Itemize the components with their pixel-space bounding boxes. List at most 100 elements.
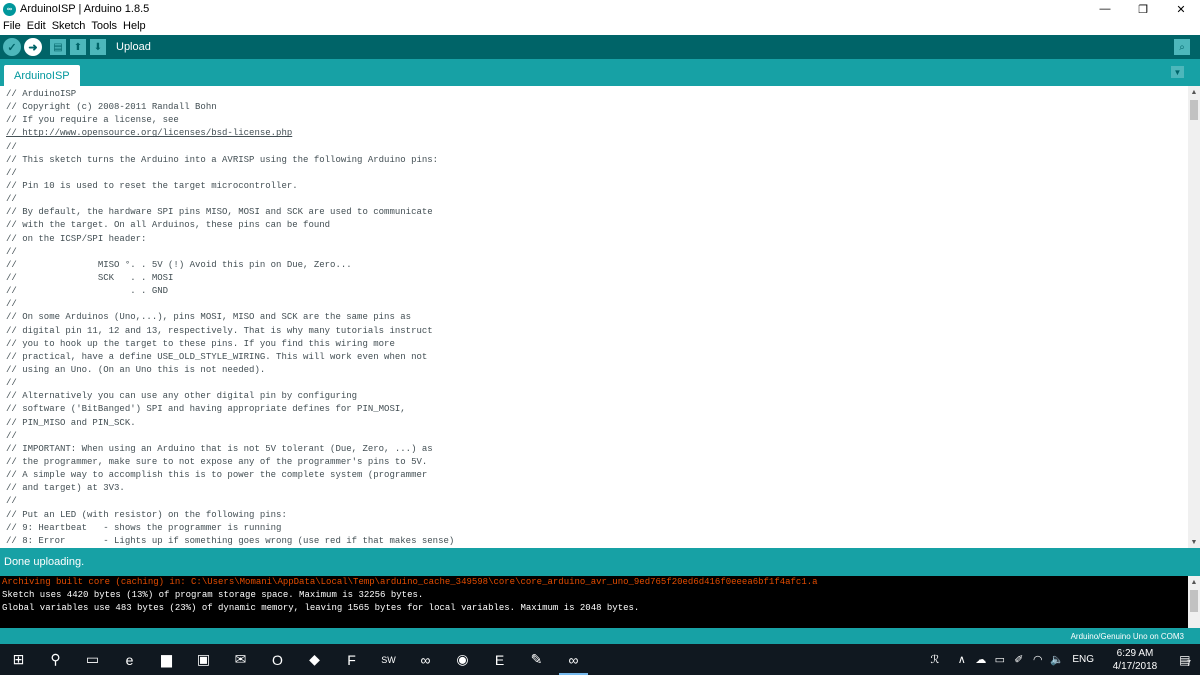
code-line: // SCK . . MOSI — [6, 272, 174, 283]
menu-help[interactable]: Help — [122, 20, 147, 32]
people-icon[interactable]: ℛ — [925, 653, 944, 666]
pen-icon[interactable]: ✐ — [1009, 653, 1028, 666]
store-icon[interactable]: ▣ — [185, 644, 222, 675]
window-title: ArduinoISP | Arduino 1.8.5 — [20, 3, 150, 15]
clock[interactable]: 6:29 AM 4/17/2018 — [1100, 647, 1170, 673]
new-sketch-button[interactable]: ▤ — [50, 39, 66, 55]
code-line: // — [6, 430, 17, 441]
fritzing-icon[interactable]: F — [333, 644, 370, 675]
maximize-button[interactable]: ❐ — [1124, 0, 1162, 18]
code-line: // — [6, 378, 17, 389]
code-line: // 9: Heartbeat - shows the programmer i… — [6, 522, 282, 533]
code-line: // the programmer, make sure to not expo… — [6, 456, 428, 467]
language-indicator[interactable]: ENG — [1072, 654, 1094, 665]
close-button[interactable]: ✕ — [1162, 0, 1200, 18]
code-line: // Alternatively you can use any other d… — [6, 391, 358, 402]
system-tray: ℛ ∧ ☁ ▭ ✐ ◠ 🔈 ENG 6:29 AM 4/17/2018 ▤ 7 — [925, 644, 1200, 675]
scroll-thumb[interactable] — [1190, 100, 1198, 120]
wifi-icon[interactable]: ◠ — [1028, 653, 1047, 666]
upload-button[interactable]: ➜ — [24, 38, 42, 56]
store-icon-glyph: ▣ — [196, 651, 211, 667]
arduino-taskbar-icon[interactable]: ∞ — [407, 644, 444, 675]
minimize-button[interactable]: — — [1086, 0, 1124, 18]
sketchup-icon[interactable]: ◆ — [296, 644, 333, 675]
open-button[interactable]: ⬆ — [70, 39, 86, 55]
solidworks-icon[interactable]: SW — [370, 644, 407, 675]
edge-icon-glyph: e — [125, 651, 134, 668]
console-line: Archiving built core (caching) in: C:\Us… — [2, 577, 818, 587]
console-line: Sketch uses 4420 bytes (13%) of program … — [2, 590, 424, 600]
code-line: // using an Uno. (On an Uno this is not … — [6, 364, 266, 375]
code-line: // with the target. On all Arduinos, the… — [6, 220, 331, 231]
scroll-up-icon[interactable]: ▲ — [1188, 576, 1200, 588]
chrome-icon[interactable]: ◉ — [444, 644, 481, 675]
opera-icon[interactable]: O — [259, 644, 296, 675]
tab-arduinoisp[interactable]: ArduinoISP — [4, 65, 80, 86]
arduino-active-icon[interactable]: ∞ — [555, 644, 592, 675]
code-line: // ArduinoISP — [6, 89, 77, 99]
status-message: Done uploading. — [4, 556, 85, 568]
task-view-glyph: ▭ — [85, 651, 100, 667]
code-line: // software ('BitBanged') SPI and having… — [6, 404, 406, 415]
menu-edit[interactable]: Edit — [26, 20, 47, 32]
mail-icon[interactable]: ✉ — [222, 644, 259, 675]
scroll-up-icon[interactable]: ▲ — [1188, 86, 1200, 98]
edge-icon[interactable]: e — [111, 644, 148, 675]
tab-menu-button[interactable]: ▼ — [1171, 66, 1184, 78]
checkmark-icon: ✓ — [7, 41, 17, 54]
notepad-icon-glyph: ✎ — [530, 651, 543, 667]
menu-file[interactable]: File — [2, 20, 22, 32]
verify-button[interactable]: ✓ — [3, 38, 21, 56]
menu-tools[interactable]: Tools — [90, 20, 118, 32]
windows-taskbar: ⊞ ⚲ ▭ e ▆ ▣ ✉ O ◆ F SW ∞ ◉ E ✎ ∞ ℛ ∧ ☁ ▭ ✐ ◠ 🔈 ENG 6:29… — [0, 644, 1200, 675]
file-explorer-icon[interactable]: ▆ — [148, 644, 185, 675]
scroll-down-icon[interactable]: ▼ — [1188, 536, 1200, 548]
cloud-icon[interactable]: ☁ — [971, 653, 990, 666]
status-bar: Done uploading. — [0, 548, 1200, 576]
code-line: // — [6, 167, 17, 178]
code-line: // Put an LED (with resistor) on the fol… — [6, 509, 287, 520]
sketchup-icon-glyph: ◆ — [309, 651, 320, 667]
arduino-taskbar-icon-glyph: ∞ — [420, 651, 431, 668]
code-line: // — [6, 246, 17, 257]
start-button[interactable]: ⊞ — [0, 644, 37, 675]
code-line: // — [6, 299, 17, 310]
code-line: // MISO °. . 5V (!) Avoid this pin on Du… — [6, 259, 352, 270]
save-button[interactable]: ⬇ — [90, 39, 106, 55]
code-editor[interactable]: // ArduinoISP // Copyright (c) 2008-2011 … — [0, 86, 1200, 548]
new-file-icon: ▤ — [53, 41, 63, 53]
task-view-button[interactable]: ▭ — [74, 644, 111, 675]
console-text: Archiving built core (caching) in: C:\Us… — [2, 576, 818, 615]
menu-sketch[interactable]: Sketch — [51, 20, 87, 32]
search-button[interactable]: ⚲ — [37, 644, 74, 675]
toolbar-hover-label: Upload — [116, 41, 151, 53]
mail-icon-glyph: ✉ — [234, 651, 247, 667]
eclipse-icon[interactable]: E — [481, 644, 518, 675]
volume-icon[interactable]: 🔈 — [1047, 653, 1066, 666]
code-line: // Pin 10 is used to reset the target mi… — [6, 180, 298, 191]
scroll-thumb[interactable] — [1190, 590, 1198, 612]
code-line: // http://www.opensource.org/licenses/bs… — [6, 128, 293, 139]
chevron-up-icon[interactable]: ∧ — [952, 653, 971, 666]
eclipse-icon-glyph: E — [494, 651, 505, 668]
opera-icon-glyph: O — [272, 651, 283, 668]
editor-scrollbar[interactable]: ▲ ▼ — [1188, 86, 1200, 548]
console-scrollbar[interactable]: ▲ — [1188, 576, 1200, 628]
title-bar: ∞ ArduinoISP | Arduino 1.8.5 — ❐ ✕ — [0, 0, 1200, 18]
code-line: // digital pin 11, 12 and 13, respective… — [6, 325, 433, 336]
console-line: Global variables use 483 bytes (23%) of … — [2, 603, 640, 613]
code-text: // ArduinoISP // Copyright (c) 2008-2011 … — [6, 88, 454, 548]
code-line: // PIN_MISO and PIN_SCK. — [6, 417, 136, 428]
chrome-icon-glyph: ◉ — [456, 651, 469, 667]
console-output[interactable]: Archiving built core (caching) in: C:\Us… — [0, 576, 1200, 628]
code-line: // on the ICSP/SPI header: — [6, 233, 147, 244]
battery-icon[interactable]: ▭ — [990, 653, 1009, 666]
code-line: // . . GND — [6, 286, 169, 297]
serial-monitor-button[interactable]: ⌕ — [1174, 39, 1190, 55]
notepad-icon[interactable]: ✎ — [518, 644, 555, 675]
code-line: // Copyright (c) 2008-2011 Randall Bohn — [6, 102, 217, 113]
action-center-button[interactable]: ▤ 7 — [1170, 644, 1200, 675]
code-line: // On some Arduinos (Uno,...), pins MOSI… — [6, 312, 412, 323]
clock-date: 4/17/2018 — [1112, 660, 1158, 672]
code-line: // If you require a license, see — [6, 115, 179, 126]
